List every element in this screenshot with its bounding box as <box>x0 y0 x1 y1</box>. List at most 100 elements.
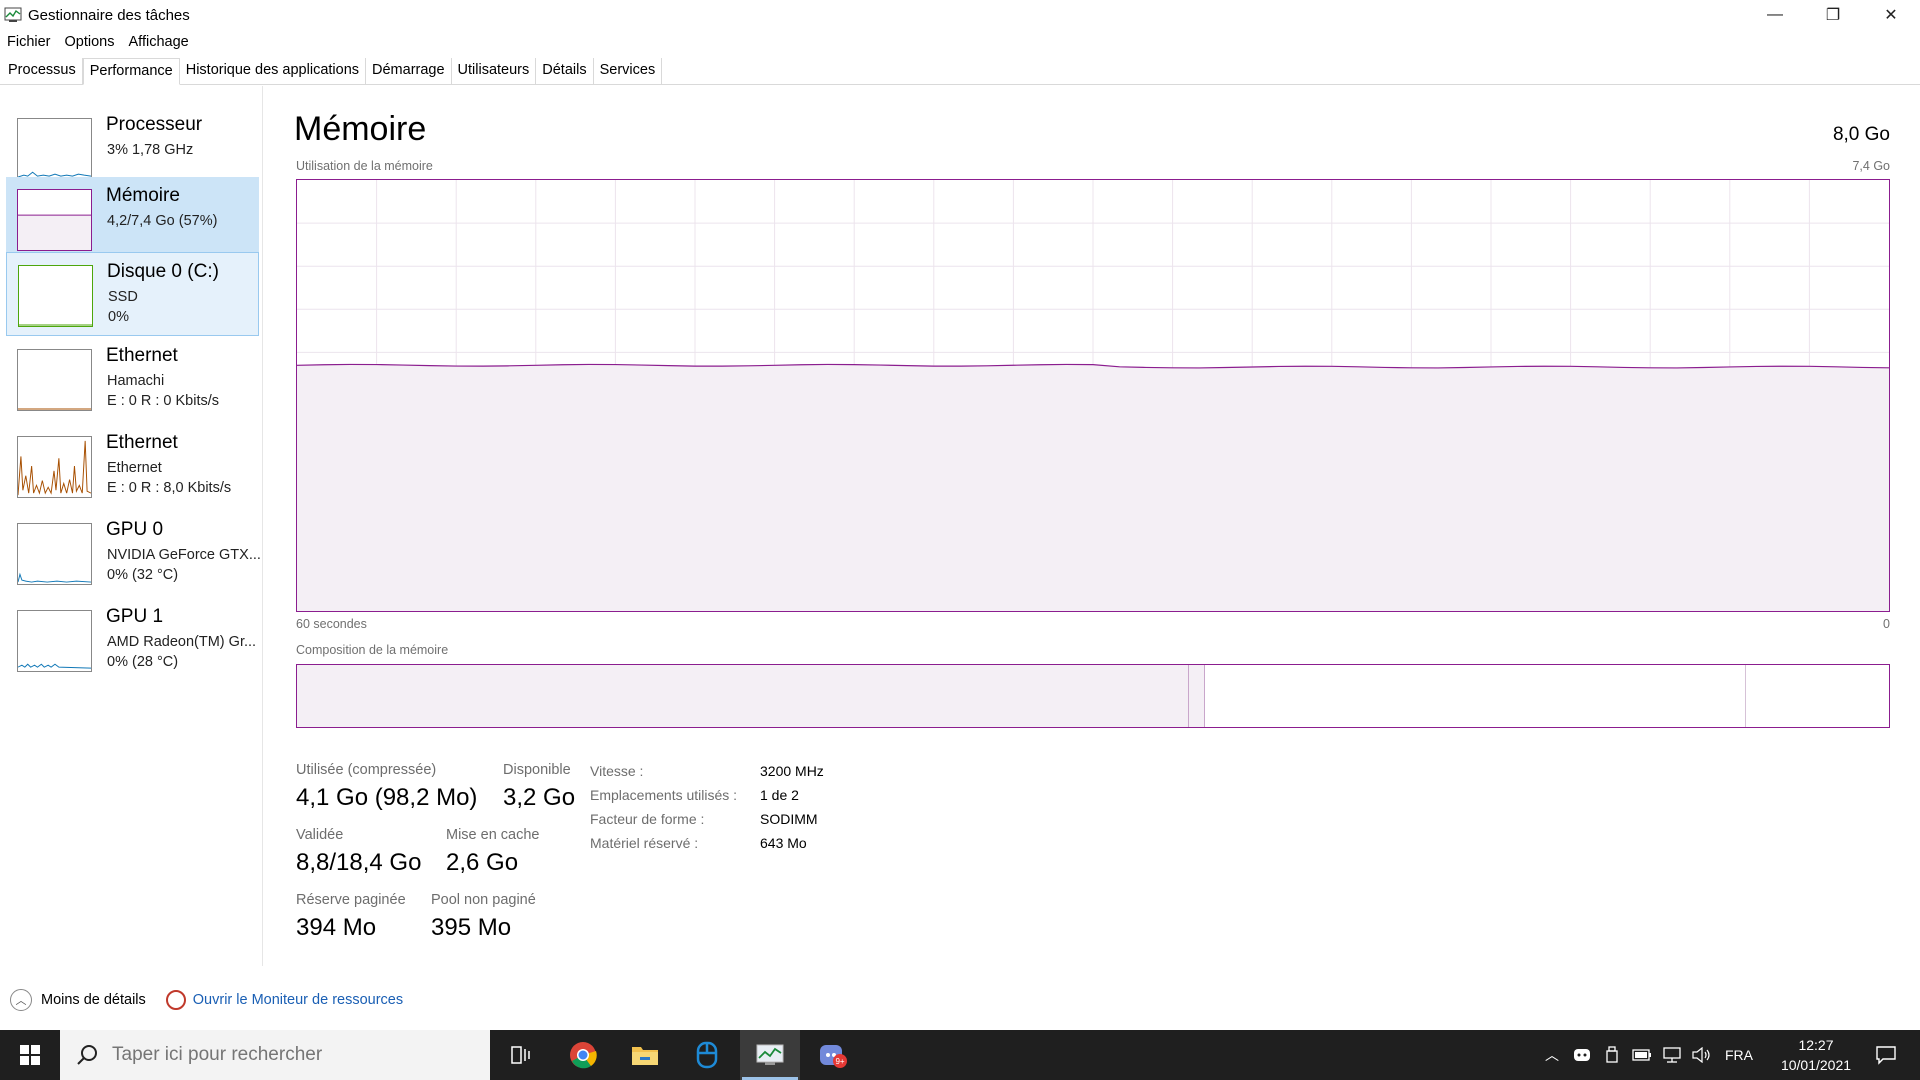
time-axis-start: 60 secondes <box>296 617 367 631</box>
sidebar-item-gpu0[interactable]: GPU 0 NVIDIA GeForce GTX... 0% (32 °C) <box>6 511 261 595</box>
search-icon <box>77 1045 97 1065</box>
windows-logo-icon <box>20 1045 40 1065</box>
discord-badge: 9+ <box>835 1057 844 1066</box>
minimize-button[interactable]: — <box>1746 0 1804 30</box>
taskbar-task-manager[interactable] <box>740 1030 800 1080</box>
memory-panel: Mémoire 8,0 Go Utilisation de la mémoire… <box>290 86 1900 966</box>
close-icon: ✕ <box>1884 7 1898 24</box>
sidebar-item-ethernet[interactable]: Ethernet Ethernet E : 0 R : 8,0 Kbits/s <box>6 424 259 508</box>
footer-bar: ︿ Moins de détails Ouvrir le Moniteur de… <box>0 984 1920 1016</box>
composition-label: Composition de la mémoire <box>296 643 449 657</box>
gpu1-thumbnail-graph <box>17 610 92 672</box>
chevron-up-icon: ︿ <box>10 989 32 1011</box>
sidebar-item-detail-2: 0% (32 °C) <box>107 567 179 583</box>
sidebar-item-name: GPU 0 <box>106 519 164 540</box>
task-view-icon <box>511 1046 530 1064</box>
sidebar-item-gpu1[interactable]: GPU 1 AMD Radeon(TM) Gr... 0% (28 °C) <box>6 598 259 682</box>
minimize-icon: — <box>1767 6 1783 23</box>
close-button[interactable]: ✕ <box>1862 0 1920 30</box>
total-memory: 8,0 Go <box>1832 124 1890 145</box>
sidebar-item-detail: Hamachi <box>107 373 165 389</box>
clock-time: 12:27 <box>1798 1037 1834 1053</box>
sidebar-item-detail-2: 0% (28 °C) <box>107 654 179 670</box>
menu-bar: Fichier Options Affichage <box>0 30 203 54</box>
committed-label: Validée <box>296 827 344 843</box>
sidebar-item-detail-2: E : 0 R : 8,0 Kbits/s <box>107 480 232 496</box>
less-details-label: Moins de détails <box>41 992 146 1008</box>
title-bar: Gestionnaire des tâches — ❐ ✕ <box>0 0 1920 30</box>
tray-network[interactable] <box>1658 1030 1686 1080</box>
taskbar-app-blue[interactable] <box>677 1030 737 1080</box>
gpu0-thumbnail-graph <box>17 523 92 585</box>
nonpaged-pool-value: 395 Mo <box>431 914 512 941</box>
ethernet-thumbnail-graph <box>17 349 92 411</box>
tray-clock[interactable]: 12:27 10/01/2021 <box>1776 1035 1856 1075</box>
available-value: 3,2 Go <box>503 784 576 811</box>
tab-details[interactable]: Détails <box>536 58 594 84</box>
available-label: Disponible <box>503 762 571 778</box>
paged-pool-value: 394 Mo <box>296 914 377 941</box>
speed-value: 3200 MHz <box>760 763 824 779</box>
sidebar-item-name: Ethernet <box>106 345 178 366</box>
hardware-reserved-value: 643 Mo <box>760 835 807 851</box>
resource-monitor-link[interactable]: Ouvrir le Moniteur de ressources <box>165 990 403 1010</box>
search-input[interactable] <box>112 1044 442 1066</box>
task-manager-icon <box>756 1044 784 1065</box>
sidebar-item-memoire[interactable]: Mémoire 4,2/7,4 Go (57%) <box>6 177 259 261</box>
hardware-reserved-label: Matériel réservé : <box>590 835 699 851</box>
sidebar-item-detail-2: E : 0 R : 0 Kbits/s <box>107 393 220 409</box>
form-factor-label: Facteur de forme : <box>590 811 705 827</box>
tab-performance[interactable]: Performance <box>82 58 180 85</box>
tray-volume[interactable] <box>1688 1030 1716 1080</box>
tray-discord[interactable] <box>1568 1030 1596 1080</box>
cached-value: 2,6 Go <box>446 849 519 876</box>
form-factor-value: SODIMM <box>760 811 818 827</box>
composition-modified <box>1187 665 1206 727</box>
ethernet-thumbnail-graph <box>17 436 92 498</box>
sidebar-item-name: GPU 1 <box>106 606 164 627</box>
usage-graph-max: 7,4 Go <box>1852 159 1890 173</box>
memory-thumbnail-graph <box>17 189 92 251</box>
taskbar-chrome[interactable] <box>553 1030 613 1080</box>
resource-monitor-icon <box>165 990 186 1010</box>
tray-overflow-button[interactable]: ︿ <box>1538 1030 1566 1080</box>
taskbar-search[interactable] <box>60 1030 490 1080</box>
taskbar-discord[interactable]: 9+ <box>803 1030 863 1080</box>
taskbar-file-explorer[interactable] <box>615 1030 675 1080</box>
sidebar-item-name: Mémoire <box>106 185 180 206</box>
battery-icon <box>1632 1049 1651 1061</box>
discord-icon: 9+ <box>820 1045 847 1068</box>
task-view-button[interactable] <box>490 1030 550 1080</box>
task-manager-app-icon <box>4 7 22 22</box>
window-title: Gestionnaire des tâches <box>28 6 190 24</box>
tray-usb[interactable] <box>1598 1030 1626 1080</box>
sidebar-item-ethernet-hamachi[interactable]: Ethernet Hamachi E : 0 R : 0 Kbits/s <box>6 337 259 421</box>
sidebar-item-detail: Ethernet <box>107 460 162 476</box>
page-title: Mémoire <box>294 110 427 148</box>
tab-historique[interactable]: Historique des applications <box>179 58 367 84</box>
menu-options[interactable]: Options <box>65 34 115 50</box>
clock-date: 10/01/2021 <box>1780 1057 1852 1073</box>
sidebar-item-disque[interactable]: Disque 0 (C:) SSD 0% <box>6 252 259 336</box>
restore-icon: ❐ <box>1825 7 1841 24</box>
performance-sidebar: Processeur 3% 1,78 GHz Mémoire 4,2/7,4 G… <box>0 86 263 966</box>
slots-value: 1 de 2 <box>760 787 799 803</box>
tab-services[interactable]: Services <box>593 58 663 84</box>
maximize-button[interactable]: ❐ <box>1804 0 1862 30</box>
tab-utilisateurs[interactable]: Utilisateurs <box>451 58 537 84</box>
chrome-icon <box>570 1042 597 1069</box>
tab-processus[interactable]: Processus <box>2 58 83 84</box>
menu-affichage[interactable]: Affichage <box>129 34 189 50</box>
notification-center-button[interactable] <box>1866 1030 1906 1080</box>
used-value: 4,1 Go (98,2 Mo) <box>296 784 478 811</box>
tray-language[interactable]: FRA <box>1722 1030 1756 1080</box>
menu-fichier[interactable]: Fichier <box>7 34 51 50</box>
folder-icon <box>632 1047 658 1065</box>
start-button[interactable] <box>0 1030 60 1080</box>
composition-standby <box>1205 665 1747 727</box>
less-details-button[interactable]: ︿ Moins de détails <box>10 989 146 1011</box>
tab-demarrage[interactable]: Démarrage <box>366 58 452 84</box>
disk-thumbnail-graph <box>18 265 93 327</box>
tray-battery[interactable] <box>1628 1030 1656 1080</box>
chevron-up-icon: ︿ <box>1545 1047 1559 1063</box>
